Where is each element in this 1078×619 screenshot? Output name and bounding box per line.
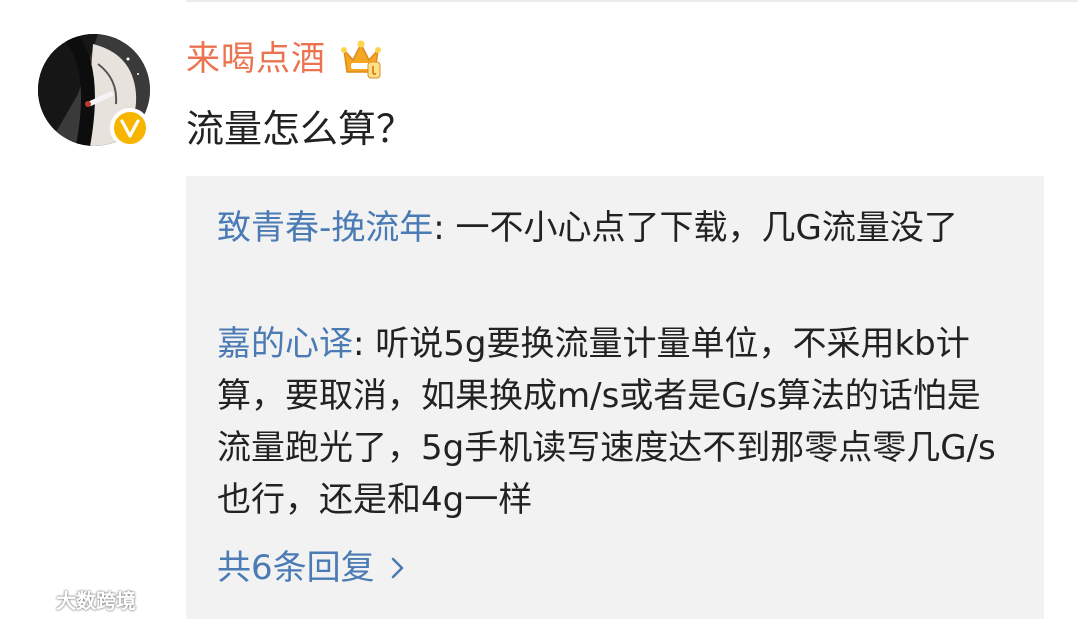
more-replies-label: 共6条回复	[217, 548, 375, 588]
crown-icon[interactable]	[338, 36, 384, 82]
top-divider	[186, 0, 1078, 2]
chevron-right-icon	[391, 557, 403, 579]
comment-text: 流量怎么算？	[186, 107, 415, 151]
comment-header: 来喝点酒	[186, 34, 384, 84]
more-replies-link[interactable]: 共6条回复	[217, 542, 409, 594]
reply-preview-box[interactable]: 致青春-挽流年: 一不小心点了下载，几G流量没了 嘉的心译: 听说5g要换流量计…	[186, 176, 1044, 619]
verified-badge-icon	[110, 108, 150, 148]
reply-separator: :	[433, 208, 456, 248]
watermark: 大数跨境	[10, 583, 136, 615]
reply-text: 一不小心点了下载，几G流量没了	[455, 208, 958, 248]
reply-item[interactable]: 嘉的心译: 听说5g要换流量计量单位，不采用kb计算，要取消，如果换成m/s或者…	[217, 318, 1007, 526]
username[interactable]: 来喝点酒	[186, 34, 326, 84]
watermark-logo-icon	[13, 588, 50, 610]
reply-author[interactable]: 致青春-挽流年	[217, 208, 433, 248]
watermark-text: 大数跨境	[56, 588, 136, 613]
reply-separator: :	[353, 324, 376, 364]
reply-author[interactable]: 嘉的心译	[217, 324, 353, 364]
reply-item[interactable]: 致青春-挽流年: 一不小心点了下载，几G流量没了	[217, 202, 1007, 254]
